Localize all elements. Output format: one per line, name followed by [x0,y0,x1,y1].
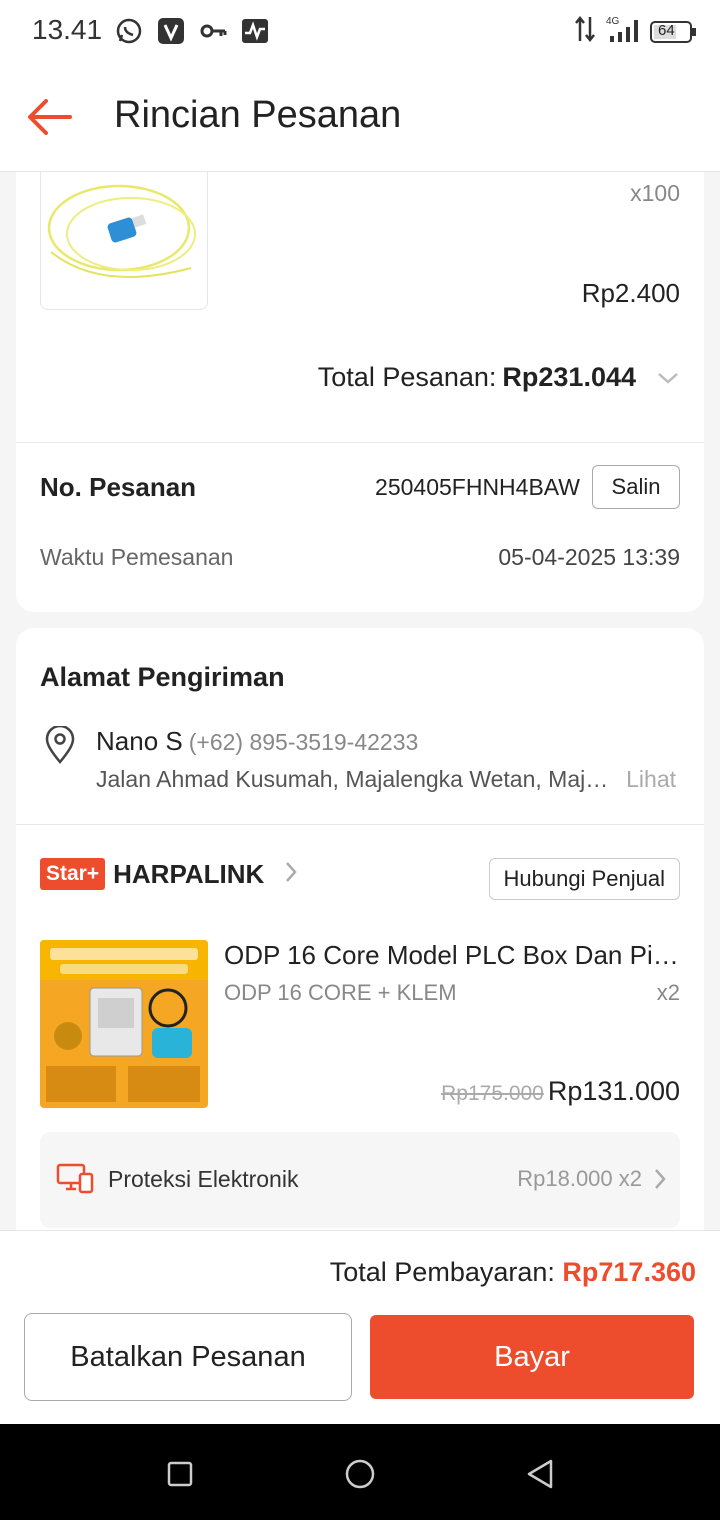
prev-item-price: Rp2.400 [581,278,680,308]
product-image[interactable] [40,940,208,1108]
order-number-label: No. Pesanan [40,472,197,502]
order-time-label: Waktu Pemesanan [40,544,234,570]
prev-item-thumbnail[interactable] [40,172,208,310]
chevron-right-icon [654,1168,666,1195]
status-notification-icons [114,16,270,46]
product-variant: ODP 16 CORE + KLEM [224,980,457,1005]
bottom-action-bar: Total Pembayaran: Rp717.360 Batalkan Pes… [0,1230,720,1424]
battery-icon: 64 [650,19,698,45]
electronic-protection-row[interactable]: Proteksi Elektronik Rp18.000 x2 [40,1132,680,1228]
order-total-label: Total Pesanan: [317,362,497,392]
pay-button[interactable]: Bayar [370,1315,694,1399]
device-protection-icon [56,1162,94,1199]
shop-name: HARPALINK [113,858,265,889]
nav-recents-icon[interactable] [162,1456,198,1492]
recipient-name-text: Nano S [96,726,183,756]
product-qty: x2 [656,980,680,1005]
protection-price: Rp18.000 x2 [517,1166,642,1191]
key-icon [198,16,228,46]
chevron-down-icon [656,362,680,393]
address-see-more-link[interactable]: Lihat [626,766,676,793]
v-app-icon [156,16,186,46]
battery-level: 64 [658,21,675,39]
product-original-price: Rp175.000 [441,1082,544,1105]
order-items-card: x100 Rp2.400 Total Pesanan: Rp231.044 No… [16,172,704,612]
whatsapp-icon [114,16,144,46]
recipient-address: Jalan Ahmad Kusumah, Majalengka Wetan, M… [96,766,616,792]
order-total-row[interactable]: Total Pesanan: Rp231.044 [318,362,680,393]
data-arrows-icon [574,15,596,48]
recipient-name: Nano S (+62) 895-3519-42233 [96,726,418,757]
app-header: Rincian Pesanan [0,66,720,172]
nav-home-icon[interactable] [342,1456,378,1492]
product-name[interactable]: ODP 16 Core Model PLC Box Dan Pigtail [224,940,680,971]
order-time-value: 05-04-2025 13:39 [498,544,680,570]
signal-icon: 4G [606,14,640,49]
product-price: Rp175.000 Rp131.000 [441,1076,680,1107]
payment-total: Total Pembayaran: Rp717.360 [330,1257,696,1288]
activity-icon [240,16,270,46]
shop-link[interactable]: Star+ HARPALINK [40,858,298,890]
protection-label: Proteksi Elektronik [108,1166,299,1192]
location-pin-icon [44,724,76,769]
status-system-icons: 4G 64 [574,14,698,49]
order-total-value: Rp231.044 [502,362,636,392]
system-nav-bar [0,1424,720,1520]
chevron-right-icon [284,860,298,889]
divider [16,442,704,443]
back-button[interactable] [22,92,76,146]
contact-seller-button[interactable]: Hubungi Penjual [488,858,680,900]
back-arrow-icon [26,98,72,140]
page-title: Rincian Pesanan [114,94,402,136]
product-sale-price: Rp131.000 [547,1076,680,1106]
payment-total-value: Rp717.360 [562,1257,696,1287]
payment-total-label: Total Pembayaran: [329,1257,555,1287]
svg-text:4G: 4G [606,16,620,27]
order-number-value: 250405FHNH4BAW [375,474,580,500]
recipient-phone: (+62) 895-3519-42233 [188,729,419,755]
status-time: 13.41 [32,14,103,45]
cancel-order-button[interactable]: Batalkan Pesanan [24,1313,352,1401]
nav-back-icon[interactable] [522,1456,558,1492]
prev-item-qty: x100 [630,180,680,206]
copy-order-number-button[interactable]: Salin [592,465,680,509]
divider [16,824,704,825]
status-bar: 13.41 4G 64 [0,0,720,66]
shipping-and-shop-card: Alamat Pengiriman Nano S (+62) 895-3519-4… [16,628,704,1230]
shop-badge: Star+ [40,858,106,890]
shipping-address-title: Alamat Pengiriman [40,662,285,692]
order-detail-scroll[interactable]: x100 Rp2.400 Total Pesanan: Rp231.044 No… [0,172,720,1230]
